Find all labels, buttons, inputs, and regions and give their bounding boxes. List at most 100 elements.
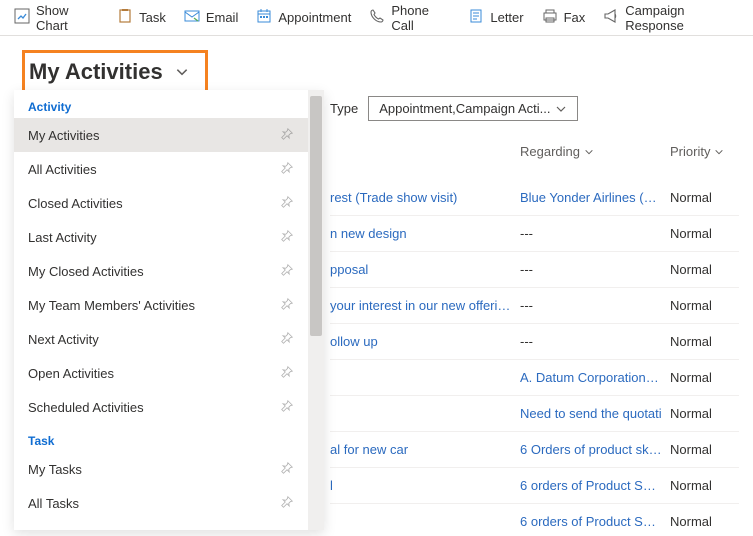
cell-regarding[interactable]: 6 orders of Product SKU . (520, 478, 670, 493)
pin-icon[interactable] (280, 461, 294, 478)
table-row[interactable]: your interest in our new offerings---Nor… (330, 288, 739, 324)
table-row[interactable]: al for new car6 Orders of product sku JN… (330, 432, 739, 468)
view-option[interactable]: Scheduled Activities (14, 390, 308, 424)
chart-icon (14, 8, 30, 27)
view-option-label: My Team Members' Activities (28, 298, 195, 313)
cell-subject[interactable]: ollow up (330, 334, 520, 349)
view-option[interactable]: Open Activities (14, 356, 308, 390)
view-option[interactable]: My Tasks (14, 452, 308, 486)
view-option-label: Open Activities (28, 366, 114, 381)
view-dropdown-list: ActivityMy ActivitiesAll ActivitiesClose… (14, 90, 308, 530)
view-option[interactable]: Next Activity (14, 322, 308, 356)
chevron-down-icon (555, 103, 567, 115)
cell-priority: Normal (670, 370, 739, 385)
pin-icon[interactable] (280, 229, 294, 246)
cell-regarding[interactable]: A. Datum Corporation (sa (520, 370, 670, 385)
pin-icon[interactable] (280, 195, 294, 212)
pin-icon[interactable] (280, 263, 294, 280)
activity-type-filter[interactable]: Appointment,Campaign Acti... (368, 96, 578, 121)
fax-icon (542, 8, 558, 27)
cell-priority: Normal (670, 334, 739, 349)
chevron-down-icon (714, 147, 724, 157)
cell-regarding[interactable]: 6 orders of Product SKU . (520, 514, 670, 529)
view-option-label: My Activities (28, 128, 100, 143)
cell-subject[interactable]: n new design (330, 226, 520, 241)
toolbar-email[interactable]: Email (184, 8, 239, 27)
view-option[interactable]: Closed Activities (14, 186, 308, 220)
toolbar-fax[interactable]: Fax (542, 8, 586, 27)
table-row[interactable]: n new design---Normal (330, 216, 739, 252)
letter-icon (468, 8, 484, 27)
view-option[interactable]: My Closed Activities (14, 254, 308, 288)
toolbar-campaign[interactable]: Campaign Response (603, 3, 739, 33)
grid-body: rest (Trade show visit)Blue Yonder Airli… (330, 180, 739, 536)
cell-priority: Normal (670, 442, 739, 457)
toolbar-phone[interactable]: Phone Call (369, 3, 450, 33)
view-option[interactable]: Last Activity (14, 220, 308, 254)
cell-priority: Normal (670, 406, 739, 421)
pin-icon[interactable] (280, 399, 294, 416)
cell-subject[interactable]: your interest in our new offerings (330, 298, 520, 313)
pin-icon[interactable] (280, 365, 294, 382)
cell-regarding: --- (520, 334, 670, 349)
grid-header: Regarding Priority (330, 144, 739, 165)
scrollbar[interactable] (308, 90, 324, 530)
command-bar: Show Chart Task Email Appointment Phone Call… (0, 0, 753, 36)
view-option[interactable]: My Activities (14, 118, 308, 152)
cell-subject[interactable]: al for new car (330, 442, 520, 457)
column-header-regarding[interactable]: Regarding (520, 144, 594, 159)
dropdown-group-header: Phone Call (14, 520, 308, 530)
toolbar-item-label: Fax (564, 10, 586, 25)
table-row[interactable]: Need to send the quotatiNormal (330, 396, 739, 432)
view-option-label: All Activities (28, 162, 97, 177)
toolbar-task[interactable]: Task (117, 8, 166, 27)
view-option[interactable]: All Tasks (14, 486, 308, 520)
cell-priority: Normal (670, 298, 739, 313)
cell-subject[interactable]: l (330, 478, 520, 493)
column-header-label: Priority (670, 144, 710, 159)
table-row[interactable]: pposal---Normal (330, 252, 739, 288)
calendar-icon (256, 8, 272, 27)
column-header-label: Regarding (520, 144, 580, 159)
cell-regarding[interactable]: Blue Yonder Airlines (sam (520, 190, 670, 205)
toolbar-item-label: Appointment (278, 10, 351, 25)
cell-regarding[interactable]: Need to send the quotati (520, 406, 670, 421)
scrollbar-thumb[interactable] (310, 96, 322, 336)
view-option-label: Next Activity (28, 332, 99, 347)
view-option[interactable]: My Team Members' Activities (14, 288, 308, 322)
cell-subject[interactable]: rest (Trade show visit) (330, 190, 520, 205)
view-option[interactable]: All Activities (14, 152, 308, 186)
pin-icon[interactable] (280, 161, 294, 178)
task-icon (117, 8, 133, 27)
view-option-label: Closed Activities (28, 196, 123, 211)
column-header-priority[interactable]: Priority (670, 144, 724, 159)
pin-icon[interactable] (280, 331, 294, 348)
toolbar-chart[interactable]: Show Chart (14, 3, 99, 33)
pin-icon[interactable] (280, 127, 294, 144)
table-row[interactable]: 6 orders of Product SKU .Normal (330, 504, 739, 536)
view-option-label: My Closed Activities (28, 264, 144, 279)
cell-subject[interactable]: pposal (330, 262, 520, 277)
cell-regarding: --- (520, 226, 670, 241)
view-selector[interactable]: My Activities (22, 50, 208, 94)
toolbar-calendar[interactable]: Appointment (256, 8, 351, 27)
filter-value: Appointment,Campaign Acti... (379, 101, 550, 116)
table-row[interactable]: ollow up---Normal (330, 324, 739, 360)
view-option-label: My Tasks (28, 462, 82, 477)
pin-icon[interactable] (280, 297, 294, 314)
dropdown-group-header: Task (14, 424, 308, 452)
table-row[interactable]: A. Datum Corporation (saNormal (330, 360, 739, 396)
filter-label: Type (330, 101, 358, 116)
campaign-icon (603, 8, 619, 27)
toolbar-item-label: Email (206, 10, 239, 25)
toolbar-letter[interactable]: Letter (468, 8, 523, 27)
cell-priority: Normal (670, 262, 739, 277)
pin-icon[interactable] (280, 495, 294, 512)
cell-regarding[interactable]: 6 Orders of product sku J (520, 442, 670, 457)
view-option-label: Scheduled Activities (28, 400, 144, 415)
toolbar-item-label: Campaign Response (625, 3, 739, 33)
table-row[interactable]: rest (Trade show visit)Blue Yonder Airli… (330, 180, 739, 216)
cell-regarding: --- (520, 262, 670, 277)
table-row[interactable]: l6 orders of Product SKU .Normal (330, 468, 739, 504)
cell-priority: Normal (670, 226, 739, 241)
